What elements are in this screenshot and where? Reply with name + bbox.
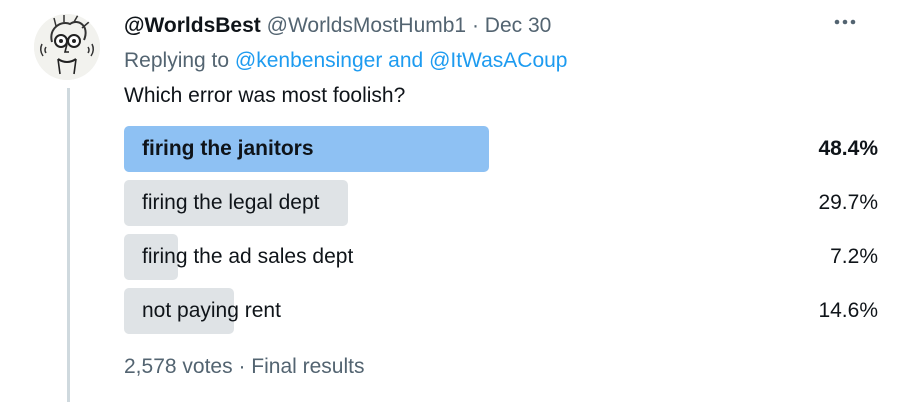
display-name[interactable]: @WorldsBest (124, 14, 261, 37)
poll-option-percent: 7.2% (830, 245, 878, 268)
footer-separator: · (238, 355, 246, 378)
poll-footer: 2,578 votes · Final results (124, 354, 364, 380)
mention-link-2[interactable]: @ItWasACoup (429, 49, 567, 72)
poll-option-percent: 48.4% (818, 137, 878, 160)
poll-option[interactable]: firing the legal dept 29.7% (124, 180, 878, 226)
poll-option-label: firing the legal dept (142, 191, 320, 214)
avatar[interactable] (34, 14, 100, 80)
thread-line (67, 88, 70, 402)
header-separator: · (471, 14, 479, 37)
more-options-button[interactable] (832, 10, 858, 39)
reply-and-text: and (388, 49, 424, 72)
poll: firing the janitors 48.4% firing the leg… (124, 126, 878, 342)
poll-option-label: firing the ad sales dept (142, 245, 354, 268)
poll-option[interactable]: firing the ad sales dept 7.2% (124, 234, 878, 280)
tweet-header: @WorldsBest @WorldsMostHumb1 · Dec 30 (124, 13, 551, 39)
poll-option-percent: 29.7% (818, 191, 878, 214)
poll-option-label: firing the janitors (142, 137, 314, 160)
mention-link-1[interactable]: @kenbensinger (235, 49, 382, 72)
cartoon-face-icon (34, 14, 100, 80)
replying-to-line: Replying to @kenbensinger and @ItWasACou… (124, 48, 567, 74)
tweet-date[interactable]: Dec 30 (485, 14, 552, 37)
poll-option-percent: 14.6% (818, 299, 878, 322)
vote-count: 2,578 votes (124, 355, 233, 378)
poll-option-label: not paying rent (142, 299, 281, 322)
replying-prefix: Replying to (124, 49, 230, 72)
poll-option[interactable]: firing the janitors 48.4% (124, 126, 878, 172)
user-handle[interactable]: @WorldsMostHumb1 (267, 14, 466, 37)
poll-status: Final results (251, 355, 365, 378)
tweet-text: Which error was most foolish? (124, 84, 406, 107)
more-horizontal-icon (834, 19, 856, 25)
poll-option[interactable]: not paying rent 14.6% (124, 288, 878, 334)
